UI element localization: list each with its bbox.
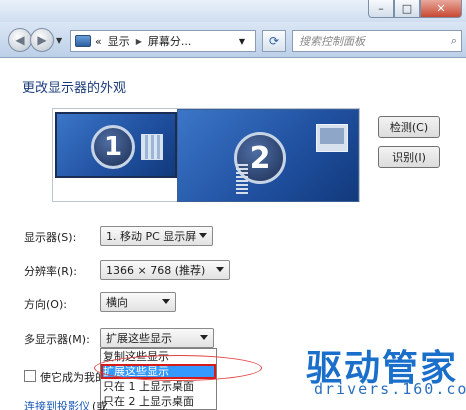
resolution-select[interactable]: 1366 × 768 (推荐) <box>100 260 230 280</box>
connect-projector-suffix: (或 <box>92 400 108 410</box>
display-select-value: 1. 移动 PC 显示屏 <box>106 230 197 243</box>
watermark-url: drivers.160.com <box>314 380 466 398</box>
chevron-down-icon <box>200 335 208 340</box>
main-display-checkbox[interactable] <box>24 370 36 382</box>
monitor-preview: 1 2 <box>52 108 360 202</box>
option-only-2[interactable]: 只在 2 上显示桌面 <box>101 394 216 409</box>
multiple-displays-label: 多显示器(M): <box>24 333 90 346</box>
back-arrow-icon: ◀ <box>15 33 25 47</box>
resolution-label: 分辨率(R): <box>24 265 77 278</box>
identify-button[interactable]: 识别(I) <box>378 146 440 168</box>
display-select[interactable]: 1. 移动 PC 显示屏 <box>100 226 213 246</box>
window-thumbnail-icon <box>316 124 348 152</box>
display-label: 显示器(S): <box>24 231 77 244</box>
window-controls: – □ ✕ <box>368 0 462 18</box>
refresh-icon: ⟳ <box>268 34 280 48</box>
search-input[interactable]: 搜索控制面板 ⌕ <box>292 30 462 52</box>
breadcrumb-screen-resolution[interactable]: 屏幕分... <box>148 33 192 49</box>
chevron-down-icon: ▼ <box>56 36 63 45</box>
monitor-2[interactable]: 2 <box>177 109 359 202</box>
close-button[interactable]: ✕ <box>420 0 462 18</box>
chevron-down-icon <box>199 233 207 238</box>
highlight-annotation <box>94 355 262 381</box>
detect-button[interactable]: 检测(C) <box>378 116 440 138</box>
minimize-button[interactable]: – <box>368 0 394 18</box>
desktop-grid-icon <box>141 134 163 160</box>
close-icon: ✕ <box>436 2 446 15</box>
orientation-label: 方向(O): <box>24 298 67 311</box>
forward-button[interactable]: ▶ <box>30 28 54 52</box>
title-bar: – □ ✕ <box>0 0 466 22</box>
minimize-icon: – <box>378 2 384 15</box>
multiple-displays-select-value: 扩展这些显示 <box>106 332 172 345</box>
forward-arrow-icon: ▶ <box>37 33 47 47</box>
breadcrumb-separator-icon[interactable]: ▶ <box>136 37 142 46</box>
refresh-button[interactable]: ⟳ <box>262 30 286 52</box>
resolution-select-value: 1366 × 768 (推荐) <box>106 264 206 277</box>
maximize-button[interactable]: □ <box>394 0 420 18</box>
orientation-select[interactable]: 横向 <box>100 292 176 312</box>
recent-pages-dropdown[interactable]: ▼ <box>56 36 62 45</box>
maximize-icon: □ <box>401 2 413 15</box>
control-panel-icon <box>75 35 91 47</box>
search-icon: ⌕ <box>450 34 457 47</box>
monitor-1-number: 1 <box>91 125 135 169</box>
option-only-1[interactable]: 只在 1 上显示桌面 <box>101 379 216 394</box>
address-bar[interactable]: « 显示 ▶ 屏幕分... ▼ <box>70 30 256 52</box>
search-placeholder: 搜索控制面板 <box>299 35 365 48</box>
back-button[interactable]: ◀ <box>8 28 32 52</box>
breadcrumb-display[interactable]: 显示 <box>108 33 130 49</box>
navigation-bar: ◀ ▶ ▼ « 显示 ▶ 屏幕分... ▼ ⟳ 搜索控制面板 ⌕ <box>0 22 466 58</box>
address-prefix: « <box>95 34 102 48</box>
chevron-down-icon <box>162 299 170 304</box>
taskbar-thumbnail-icon <box>236 164 248 194</box>
multiple-displays-select[interactable]: 扩展这些显示 <box>100 328 214 348</box>
chevron-down-icon <box>216 267 224 272</box>
page-title: 更改显示器的外观 <box>22 81 127 96</box>
connect-projector-link[interactable]: 连接到投影仪 <box>24 398 90 410</box>
address-dropdown-icon[interactable]: ▼ <box>239 37 245 46</box>
orientation-select-value: 横向 <box>106 296 128 309</box>
monitor-1[interactable]: 1 <box>55 112 177 178</box>
